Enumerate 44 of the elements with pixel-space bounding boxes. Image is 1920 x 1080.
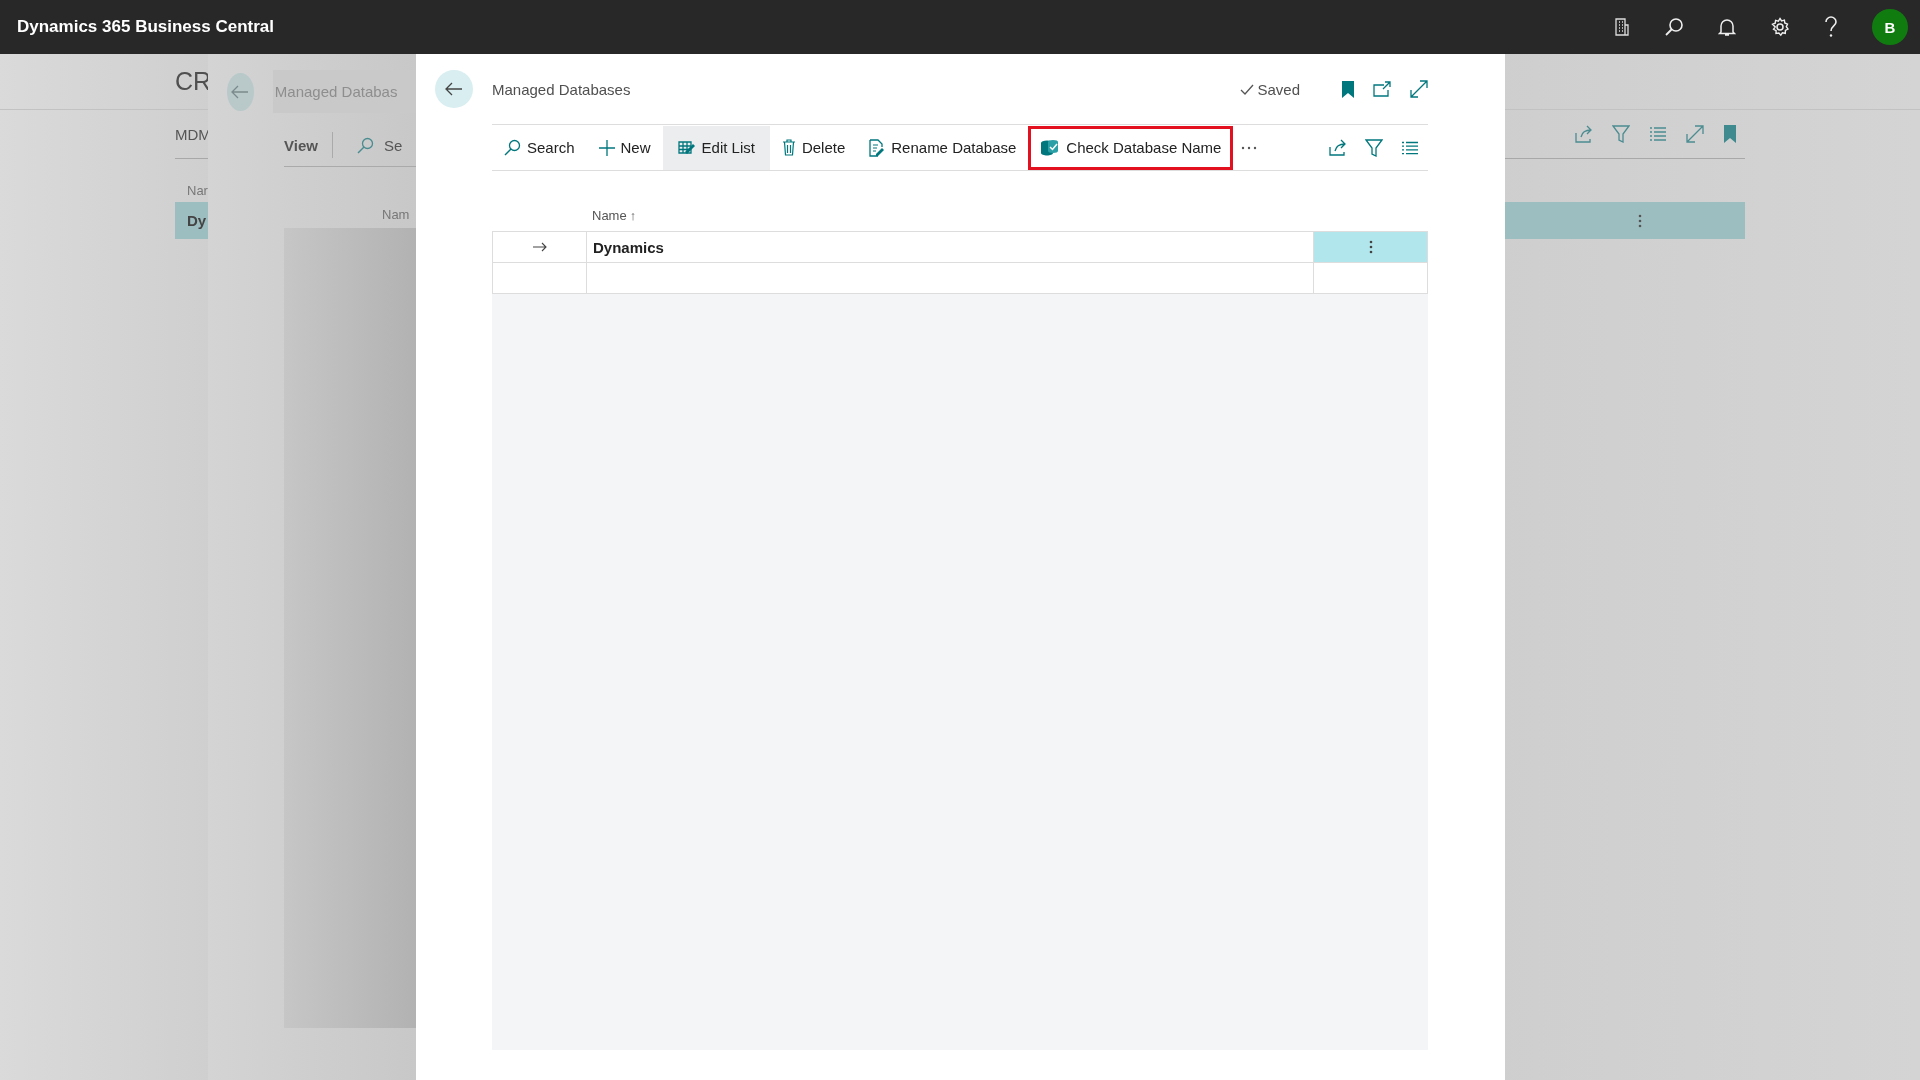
expand-icon[interactable] — [1686, 125, 1704, 143]
search-action[interactable]: Se — [383, 136, 403, 154]
table-cell: Dy — [187, 212, 207, 229]
action-button[interactable]: Rename Database — [857, 125, 1029, 170]
more-options-icon[interactable] — [1638, 213, 1642, 228]
bookmark-icon[interactable] — [1723, 125, 1737, 143]
action-button[interactable]: Edit List — [662, 125, 770, 170]
list-icon[interactable] — [1401, 140, 1418, 155]
search-icon — [504, 139, 521, 156]
database-check-icon — [1040, 138, 1061, 157]
edit-table-icon — [677, 139, 696, 156]
row-actions-cell[interactable] — [1314, 232, 1427, 262]
save-status: Saved — [1257, 80, 1300, 98]
bookmark-icon[interactable] — [1342, 80, 1354, 98]
checkmark-icon — [1240, 83, 1255, 95]
plus-icon — [598, 139, 615, 156]
action-button[interactable]: Check Database Name — [1028, 125, 1234, 170]
app-title: Dynamics 365 Business Central — [17, 17, 274, 37]
back-button[interactable] — [435, 70, 473, 108]
filter-icon[interactable] — [1365, 138, 1383, 157]
filter-icon[interactable] — [1612, 125, 1630, 143]
expand-icon[interactable] — [1410, 80, 1428, 98]
back-arrow-icon — [445, 82, 463, 96]
search-icon[interactable] — [1664, 17, 1684, 37]
column-header[interactable]: Name — [592, 208, 627, 223]
sort-indicator: ↑ — [629, 208, 637, 223]
document-edit-icon — [869, 138, 886, 157]
page-title: CR — [175, 67, 212, 96]
building-icon[interactable] — [1614, 18, 1630, 36]
user-avatar[interactable]: B — [1872, 9, 1908, 45]
dialog-title: Managed Databases — [492, 80, 632, 98]
action-button[interactable]: New — [586, 125, 663, 170]
action-button[interactable]: Delete — [769, 125, 858, 170]
help-icon[interactable] — [1824, 16, 1838, 38]
share-icon[interactable] — [1329, 139, 1347, 156]
more-options-icon[interactable] — [1368, 240, 1373, 254]
trash-icon — [781, 139, 796, 156]
more-icon[interactable] — [1241, 145, 1258, 150]
open-in-new-window-icon[interactable] — [1373, 81, 1391, 97]
settings-icon[interactable] — [1770, 17, 1790, 37]
action-button[interactable]: Search — [492, 125, 587, 170]
tab[interactable]: View — [284, 136, 318, 154]
bell-icon[interactable] — [1718, 17, 1736, 37]
back-arrow-icon — [231, 84, 250, 99]
